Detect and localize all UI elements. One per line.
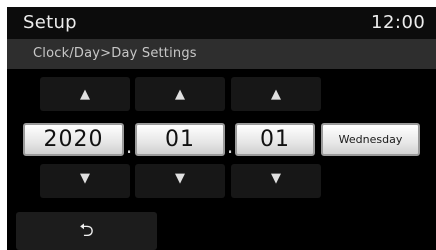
day-down-button[interactable]: ▼ — [231, 164, 321, 198]
breadcrumb-bar: Clock/Day>Day Settings — [7, 39, 436, 69]
date-separator: . — [226, 134, 234, 158]
back-button[interactable]: ⮌ — [16, 212, 157, 250]
up-arrow-icon: ▲ — [80, 87, 90, 102]
clock: 12:00 — [371, 12, 426, 33]
month-down-button[interactable]: ▼ — [135, 164, 225, 198]
month-up-button[interactable]: ▲ — [135, 77, 225, 111]
down-arrow-icon: ▼ — [175, 171, 185, 186]
screen-title: Setup — [23, 12, 77, 33]
title-bar: Setup 12:00 — [7, 7, 436, 39]
down-arrow-icon: ▼ — [271, 171, 281, 186]
day-field[interactable]: 01 — [235, 123, 315, 156]
back-arrow-icon: ⮌ — [79, 220, 94, 241]
year-up-button[interactable]: ▲ — [40, 77, 130, 111]
down-arrow-icon: ▼ — [80, 171, 90, 186]
year-down-button[interactable]: ▼ — [40, 164, 130, 198]
up-arrow-icon: ▲ — [271, 87, 281, 102]
weekday-display: Wednesday — [321, 123, 420, 156]
setup-screen: Setup 12:00 Clock/Day>Day Settings ▲ ▲ ▲… — [7, 7, 436, 250]
day-up-button[interactable]: ▲ — [231, 77, 321, 111]
up-arrow-icon: ▲ — [175, 87, 185, 102]
month-field[interactable]: 01 — [135, 123, 225, 156]
year-field[interactable]: 2020 — [23, 123, 124, 156]
breadcrumb: Clock/Day>Day Settings — [33, 46, 197, 61]
date-separator: . — [125, 134, 133, 158]
